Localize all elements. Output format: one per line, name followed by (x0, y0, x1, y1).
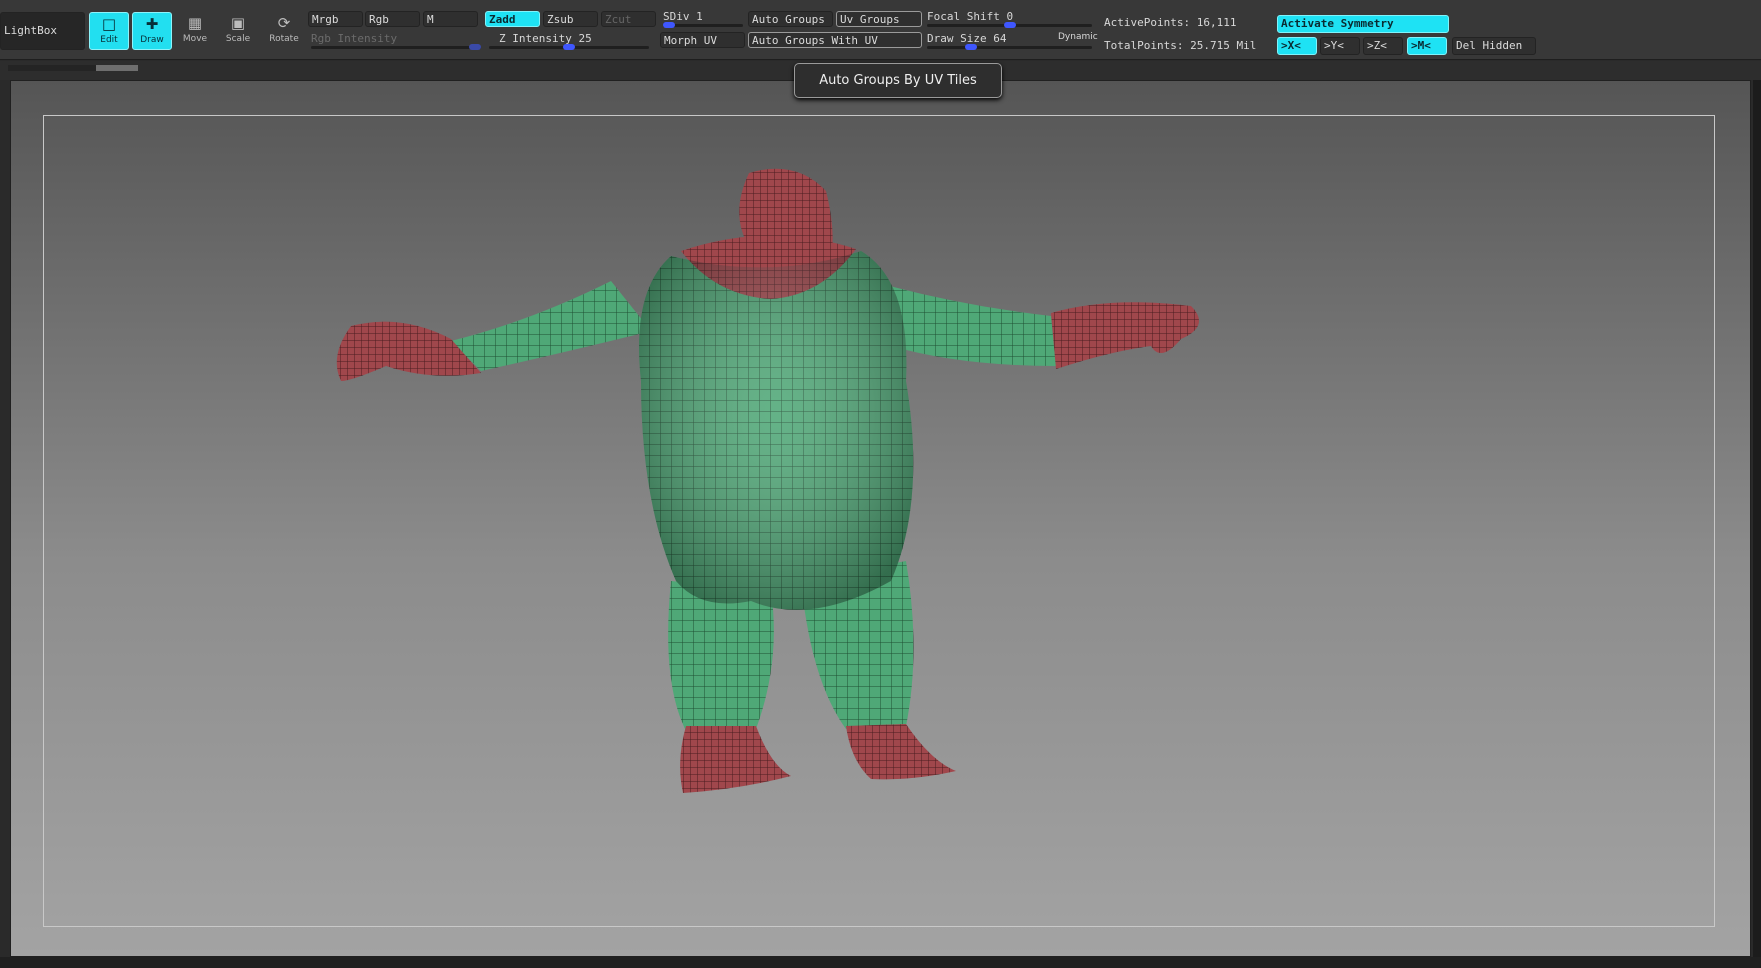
draw-size-value: 64 (993, 32, 1007, 45)
tab-strip[interactable] (8, 65, 96, 71)
z-intensity-label: Z Intensity 25 (499, 32, 592, 45)
active-points: ActivePoints: 16,111 (1104, 16, 1237, 29)
scale-label: Scale (225, 34, 251, 44)
morph-uv-button[interactable]: Morph UV (660, 32, 745, 48)
bottom-bar (0, 957, 1761, 968)
activate-symmetry-button[interactable]: Activate Symmetry (1277, 15, 1449, 33)
focal-shift-label: Focal Shift 0 (927, 10, 1013, 23)
draw-tool-button[interactable]: ✚ Draw (132, 12, 172, 50)
focal-shift-slider[interactable] (927, 22, 1092, 28)
scale-tool-button[interactable]: ▣ Scale (218, 12, 258, 50)
auto-groups-button[interactable]: Auto Groups (748, 11, 833, 27)
sdiv-value: 1 (696, 10, 703, 23)
tab-strip-active[interactable] (96, 65, 138, 71)
edit-icon: □ (101, 15, 117, 33)
move-label: Move (182, 34, 208, 44)
focal-shift-name: Focal Shift (927, 10, 1000, 23)
z-intensity-name: Z Intensity (499, 32, 572, 45)
left-arm (451, 281, 651, 371)
zadd-button[interactable]: Zadd (485, 11, 540, 27)
rotate-icon: ⟳ (277, 14, 291, 32)
focal-shift-knob[interactable] (1004, 22, 1016, 28)
lightbox-button[interactable]: LightBox (0, 12, 85, 50)
rgb-intensity-knob[interactable] (469, 44, 481, 50)
left-hand (336, 321, 481, 381)
z-intensity-slider[interactable] (489, 44, 649, 50)
zcut-button[interactable]: Zcut (601, 11, 656, 27)
tooltip: Auto Groups By UV Tiles (794, 63, 1002, 98)
scale-icon: ▣ (230, 14, 246, 32)
z-intensity-knob[interactable] (563, 44, 575, 50)
rgb-intensity-label: Rgb Intensity (311, 32, 398, 45)
move-tool-button[interactable]: ▦ Move (175, 12, 215, 50)
draw-label: Draw (140, 35, 164, 45)
draw-size-name: Draw Size (927, 32, 987, 45)
rotate-label: Rotate (269, 34, 299, 44)
rgb-intensity-slider[interactable] (311, 44, 481, 50)
right-hand (1051, 302, 1199, 369)
sdiv-slider[interactable] (663, 22, 743, 28)
mrgb-button[interactable]: Mrgb (308, 11, 363, 27)
total-points: TotalPoints: 25.715 Mil (1104, 39, 1257, 52)
symmetry-m-button[interactable]: >M< (1407, 37, 1447, 55)
left-foot (680, 726, 791, 793)
dynamic-toggle[interactable]: Dynamic (1058, 32, 1098, 42)
rgb-button[interactable]: Rgb (365, 11, 420, 27)
z-intensity-value: 25 (578, 32, 592, 45)
sdiv-knob[interactable] (663, 22, 675, 28)
model-shading (639, 251, 914, 610)
m-button[interactable]: M (423, 11, 478, 27)
symmetry-y-button[interactable]: >Y< (1320, 37, 1360, 55)
zsub-button[interactable]: Zsub (543, 11, 598, 27)
auto-groups-with-uv-button[interactable]: Auto Groups With UV (748, 32, 922, 48)
rotate-tool-button[interactable]: ⟳ Rotate (264, 12, 304, 50)
draw-icon: ✚ (145, 15, 159, 33)
right-foot (846, 724, 956, 780)
edit-tool-button[interactable]: □ Edit (89, 12, 129, 50)
canvas-viewport[interactable] (10, 80, 1751, 957)
right-tray-edge[interactable] (1753, 80, 1761, 957)
ogre-model[interactable] (11, 81, 1752, 958)
edit-label: Edit (100, 35, 118, 45)
uv-groups-button[interactable]: Uv Groups (836, 11, 922, 27)
draw-size-slider[interactable] (927, 44, 1092, 50)
move-icon: ▦ (187, 14, 203, 32)
draw-size-knob[interactable] (965, 44, 977, 50)
symmetry-z-button[interactable]: >Z< (1363, 37, 1403, 55)
symmetry-x-button[interactable]: >X< (1277, 37, 1317, 55)
top-toolbar: LightBox □ Edit ✚ Draw ▦ Move ▣ Scale ⟳ Rotat… (0, 0, 1761, 60)
del-hidden-button[interactable]: Del Hidden (1452, 37, 1536, 55)
